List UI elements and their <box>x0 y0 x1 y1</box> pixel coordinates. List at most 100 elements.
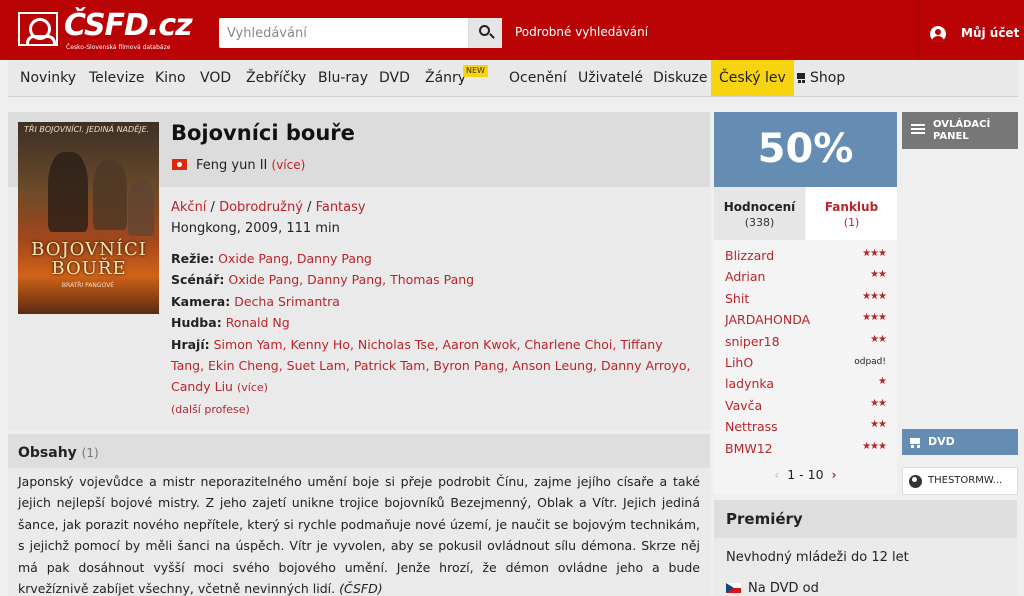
synopsis-title-text: Obsahy <box>18 445 77 461</box>
user-name-link[interactable]: JARDAHONDA <box>725 312 810 327</box>
cast-more-link[interactable]: (více) <box>237 381 268 394</box>
synopsis-body: Japonský vojevůdce a mistr neporazitelné… <box>18 474 700 596</box>
original-title-more-link[interactable]: (více) <box>272 158 306 172</box>
star-rating: ★★ <box>870 333 887 345</box>
user-name-link[interactable]: Vavča <box>725 398 762 413</box>
user-name-link[interactable]: Adrian <box>725 269 765 284</box>
next-page-arrow-icon[interactable]: › <box>832 467 837 482</box>
original-title: Feng yun II (více) <box>196 158 305 173</box>
synopsis-header <box>8 434 710 468</box>
creator-links[interactable]: Oxide Pang, Danny Pang <box>218 251 372 266</box>
creator-row-music: Hudba: Ronald Ng <box>171 312 698 333</box>
more-professions-link[interactable]: (další profese) <box>171 399 698 420</box>
account-button[interactable]: Můj účet <box>918 0 1024 60</box>
control-panel-button[interactable]: OVLÁDACÍ PANEL <box>902 112 1018 149</box>
star-rating: ★★ <box>870 419 887 431</box>
user-rating-row: ladynka ★ <box>714 374 897 395</box>
globe-icon <box>909 475 922 488</box>
ratings-pager: ‹ 1 - 10 › <box>714 467 897 482</box>
nav-item-uzivatele[interactable]: Uživatelé <box>578 60 643 96</box>
film-title: Bojovníci bouře <box>171 121 355 145</box>
genre-link[interactable]: Fantasy <box>316 200 366 215</box>
creator-row-directing: Režie: Oxide Pang, Danny Pang <box>171 248 698 269</box>
nav-item-dvd[interactable]: DVD <box>379 60 410 96</box>
user-rating-row: Vavča ★★ <box>714 396 897 417</box>
tab-fanclub-label: Fanklub <box>824 200 879 214</box>
user-rating-row: JARDAHONDA ★★★ <box>714 310 897 331</box>
nav-item-kino[interactable]: Kino <box>155 60 186 96</box>
dvd-button[interactable]: DVD <box>902 429 1018 455</box>
user-name-link[interactable]: Nettrass <box>725 419 778 434</box>
star-rating: ★★★ <box>862 440 887 452</box>
csfd-logo[interactable]: ČSFD.cz Česko-Slovenská filmová databáze <box>18 8 193 52</box>
creator-label: Scénář: <box>171 272 225 288</box>
user-rating-row: Shit ★★★ <box>714 289 897 310</box>
search-icon-handle <box>489 33 495 39</box>
synopsis-count: (1) <box>81 446 99 460</box>
star-rating: ★ <box>878 376 887 388</box>
tab-ratings[interactable]: Hodnocení (338) <box>714 187 805 240</box>
premieres-panel: Premiéry Nevhodný mládeži do 12 let Na D… <box>714 500 1017 596</box>
new-badge: NEW <box>463 65 488 77</box>
dvd-label: DVD <box>928 435 955 448</box>
top-header: ČSFD.cz Česko-Slovenská filmová databáze… <box>0 0 1024 60</box>
nav-item-oceneni[interactable]: Ocenění <box>509 60 567 96</box>
user-name-link[interactable]: ladynka <box>725 376 774 391</box>
poster-credit: BRATŘI PANGOVÉ <box>61 282 115 289</box>
nav-item-diskuze[interactable]: Diskuze <box>653 60 707 96</box>
hong-kong-flag-icon <box>172 159 187 170</box>
user-name-link[interactable]: Blizzard <box>725 248 774 263</box>
search-button[interactable] <box>468 18 502 48</box>
tab-fanclub[interactable]: Fanklub (1) <box>806 187 897 240</box>
user-name-link[interactable]: LihO <box>725 355 753 370</box>
external-link-button[interactable]: THESTORMW... <box>902 467 1018 495</box>
user-name-link[interactable]: BMW12 <box>725 441 773 456</box>
user-ratings-list: Blizzard ★★★ Adrian ★★ Shit ★★★ JARDAHONDA ★… <box>714 246 897 460</box>
advanced-search-link[interactable]: Podrobné vyhledávání <box>515 25 648 39</box>
user-rating-row: sniper18 ★★ <box>714 332 897 353</box>
nav-item-zebricky[interactable]: Žebříčky <box>246 60 306 96</box>
logo-icon <box>18 12 58 46</box>
creators: Režie: Oxide Pang, Danny Pang Scénář: Ox… <box>171 248 698 420</box>
nav-shop-label: Shop <box>810 70 846 86</box>
creator-label: Režie: <box>171 251 215 266</box>
nav-item-shop[interactable]: Shop <box>795 60 845 96</box>
creator-links[interactable]: Decha Srimantra <box>234 294 340 309</box>
user-name-link[interactable]: sniper18 <box>725 334 780 349</box>
user-name-link[interactable]: Shit <box>725 291 749 306</box>
dvd-premiere: Na DVD od <box>748 581 819 596</box>
genre-link[interactable]: Dobrodružný <box>219 200 303 215</box>
genre-link[interactable]: Akční <box>171 200 206 215</box>
waste-rating: odpad! <box>854 356 886 367</box>
film-poster[interactable]: TŘI BOJOVNÍCI. JEDINÁ NADĚJE. BOJOVNÍCI … <box>18 122 159 314</box>
cart-icon <box>795 73 807 83</box>
nav-item-zanry[interactable]: Žánry <box>425 60 466 96</box>
nav-item-televize[interactable]: Televize <box>89 60 144 96</box>
creator-label: Hudba: <box>171 315 222 331</box>
tab-ratings-label: Hodnocení <box>723 200 796 214</box>
poster-figure <box>128 180 154 236</box>
star-rating: ★★★ <box>862 312 887 324</box>
creator-row-screenplay: Scénář: Oxide Pang, Danny Pang, Thomas P… <box>171 269 698 290</box>
cart-icon <box>909 438 922 448</box>
star-rating: ★★ <box>870 269 887 281</box>
search-input[interactable] <box>219 18 469 48</box>
nav-item-novinky[interactable]: Novinky <box>20 60 76 96</box>
synopsis-panel: Obsahy (1) Japonský vojevůdce a mistr ne… <box>8 434 710 596</box>
synopsis-text: Japonský vojevůdce a mistr neporazitelné… <box>18 471 700 596</box>
synopsis-title: Obsahy (1) <box>18 445 99 461</box>
pager-range: 1 - 10 <box>787 467 824 482</box>
external-link-label: THESTORMW... <box>928 475 1003 486</box>
nav-item-bluray[interactable]: Blu-ray <box>318 60 368 96</box>
nav-item-cesky-lev[interactable]: Český lev <box>711 60 794 96</box>
tab-fanclub-count: (1) <box>843 216 860 229</box>
creator-label: Hrají: <box>171 336 210 352</box>
rating-tabs: Hodnocení (338) Fanklub (1) <box>714 187 897 240</box>
nav-item-vod[interactable]: VOD <box>200 60 231 96</box>
user-rating-row: Adrian ★★ <box>714 267 897 288</box>
synopsis-source: (ČSFD) <box>339 581 383 596</box>
star-rating: ★★★ <box>862 248 887 259</box>
prev-page-arrow-icon[interactable]: ‹ <box>774 467 779 482</box>
creator-links[interactable]: Oxide Pang, Danny Pang, Thomas Pang <box>228 272 474 287</box>
creator-links[interactable]: Ronald Ng <box>226 315 290 330</box>
